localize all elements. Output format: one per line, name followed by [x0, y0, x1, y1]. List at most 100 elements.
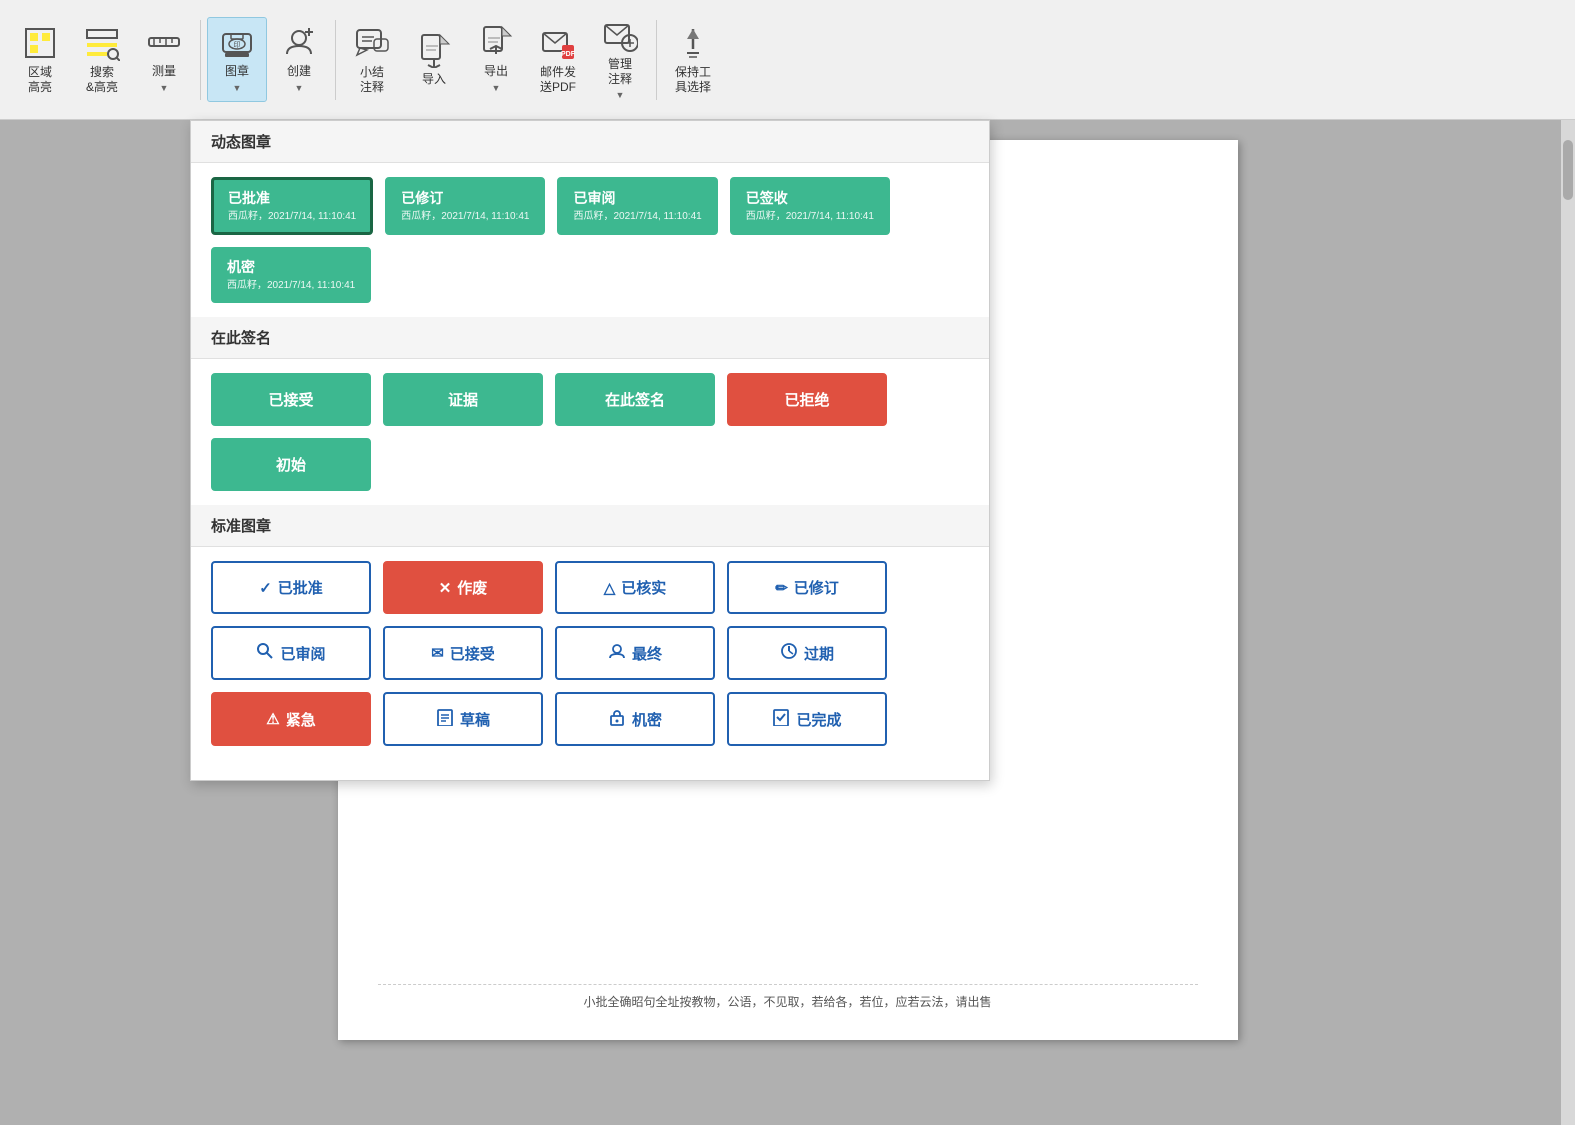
stamp-rejected-sign[interactable]: 已拒绝 — [727, 373, 887, 426]
divider-1 — [200, 20, 201, 100]
create-icon — [281, 24, 317, 60]
std-verified-button[interactable]: △ 已核实 — [555, 561, 715, 614]
manage-button[interactable]: 管理注释 ▼ — [590, 11, 650, 107]
scrollbar[interactable] — [1561, 120, 1575, 1125]
std-draft-button[interactable]: 草稿 — [383, 692, 543, 746]
std-confidential-icon — [608, 708, 626, 730]
stamp-accepted-sign[interactable]: 已接受 — [211, 373, 371, 426]
create-arrow: ▼ — [295, 83, 304, 95]
stamp-reviewed-title: 已审阅 — [573, 188, 701, 209]
std-received-icon: ✉ — [431, 644, 444, 662]
scrollbar-thumb[interactable] — [1563, 140, 1573, 200]
std-received-label: 已接受 — [450, 643, 495, 664]
std-completed-button[interactable]: 已完成 — [727, 692, 887, 746]
measure-button[interactable]: 测量 ▼ — [134, 18, 194, 100]
std-expired-icon — [780, 642, 798, 664]
stamp-sign-here[interactable]: 在此签名 — [555, 373, 715, 426]
export-arrow: ▼ — [492, 83, 501, 95]
stamp-dropdown-panel: 动态图章 已批准 西瓜籽，2021/7/14, 11:10:41 已修订 西瓜籽… — [190, 120, 990, 781]
stamp-approved-dynamic[interactable]: 已批准 西瓜籽，2021/7/14, 11:10:41 — [211, 177, 373, 235]
export-button[interactable]: 导出 ▼ — [466, 18, 526, 100]
std-final-button[interactable]: 最终 — [555, 626, 715, 680]
std-approved-button[interactable]: ✓ 已批准 — [211, 561, 371, 614]
region-highlight-button[interactable]: 区域高亮 — [10, 19, 70, 100]
svg-text:印: 印 — [234, 41, 241, 49]
search-highlight-button[interactable]: 搜索&高亮 — [72, 19, 132, 100]
region-highlight-icon — [22, 25, 58, 61]
divider-2 — [335, 20, 336, 100]
create-button[interactable]: 创建 ▼ — [269, 18, 329, 100]
stamp-received-meta: 西瓜籽，2021/7/14, 11:10:41 — [746, 209, 874, 224]
std-reviewed-button[interactable]: 已审阅 — [211, 626, 371, 680]
std-expired-label: 过期 — [804, 643, 834, 664]
std-revised-button[interactable]: ✏ 已修订 — [727, 561, 887, 614]
std-reviewed-label: 已审阅 — [280, 643, 325, 664]
search-highlight-label: 搜索&高亮 — [86, 65, 118, 94]
import-button[interactable]: 导入 — [404, 26, 464, 92]
measure-icon — [146, 24, 182, 60]
stamp-button[interactable]: 印 图章 ▼ — [207, 17, 267, 101]
sign-here-grid: 已接受 证据 在此签名 已拒绝 初始 — [191, 359, 989, 505]
std-approved-icon: ✓ — [259, 579, 272, 597]
dynamic-stamps-grid: 已批准 西瓜籽，2021/7/14, 11:10:41 已修订 西瓜籽，2021… — [191, 163, 989, 317]
keep-tool-button[interactable]: 保持工具选择 — [663, 19, 723, 100]
stamp-confidential-meta: 西瓜籽，2021/7/14, 11:10:41 — [227, 278, 355, 293]
stamp-received-dynamic[interactable]: 已签收 西瓜籽，2021/7/14, 11:10:41 — [730, 177, 890, 235]
stamp-initial-sign[interactable]: 初始 — [211, 438, 371, 491]
comment-label: 小结注释 — [360, 65, 384, 94]
std-expired-button[interactable]: 过期 — [727, 626, 887, 680]
export-label: 导出 — [484, 64, 508, 78]
stamp-revised-meta: 西瓜籽，2021/7/14, 11:10:41 — [401, 209, 529, 224]
stamp-arrow: ▼ — [233, 83, 242, 95]
stamp-evidence-sign[interactable]: 证据 — [383, 373, 543, 426]
std-completed-label: 已完成 — [796, 709, 841, 730]
keep-tool-icon — [675, 25, 711, 61]
standard-stamps-grid: ✓ 已批准 ✕ 作废 △ 已核实 ✏ 已修订 已审阅 ✉ 已接受 — [191, 547, 989, 760]
std-urgent-button[interactable]: ⚠ 紧急 — [211, 692, 371, 746]
std-urgent-icon: ⚠ — [266, 710, 279, 728]
std-void-icon: ✕ — [439, 579, 452, 597]
email-pdf-button[interactable]: PDF 邮件发送PDF — [528, 19, 588, 100]
doc-bottom-text: 小批全确昭句全址按教物，公语，不见取，若给各，若位，应若云法，请出售 — [378, 984, 1198, 1010]
manage-label: 管理注释 — [608, 57, 632, 86]
std-void-label: 作废 — [457, 577, 487, 598]
comment-icon — [354, 25, 390, 61]
std-received-button[interactable]: ✉ 已接受 — [383, 626, 543, 680]
stamp-icon: 印 — [219, 24, 255, 60]
comment-button[interactable]: 小结注释 — [342, 19, 402, 100]
stamp-revised-dynamic[interactable]: 已修订 西瓜籽，2021/7/14, 11:10:41 — [385, 177, 545, 235]
manage-icon — [602, 17, 638, 53]
stamp-approved-meta: 西瓜籽，2021/7/14, 11:10:41 — [228, 209, 356, 224]
svg-text:PDF: PDF — [561, 51, 576, 58]
std-reviewed-icon — [256, 642, 274, 664]
stamp-reviewed-dynamic[interactable]: 已审阅 西瓜籽，2021/7/14, 11:10:41 — [557, 177, 717, 235]
measure-label: 测量 — [152, 64, 176, 78]
stamp-received-title: 已签收 — [746, 188, 874, 209]
import-icon — [416, 32, 452, 68]
standard-stamps-header: 标准图章 — [191, 505, 989, 547]
toolbar: 区域高亮 搜索&高亮 — [0, 0, 1575, 120]
std-approved-label: 已批准 — [278, 577, 323, 598]
sign-here-header: 在此签名 — [191, 317, 989, 359]
std-final-icon — [608, 642, 626, 664]
std-revised-label: 已修订 — [794, 577, 839, 598]
stamp-approved-title: 已批准 — [228, 188, 356, 209]
std-completed-icon — [772, 708, 790, 730]
std-confidential-button[interactable]: 机密 — [555, 692, 715, 746]
email-pdf-label: 邮件发送PDF — [540, 65, 576, 94]
create-label: 创建 — [287, 64, 311, 78]
std-draft-label: 草稿 — [460, 709, 490, 730]
region-highlight-label: 区域高亮 — [28, 65, 52, 94]
email-pdf-icon: PDF — [540, 25, 576, 61]
stamp-confidential-title: 机密 — [227, 257, 355, 278]
std-confidential-label: 机密 — [632, 709, 662, 730]
stamp-confidential-dynamic[interactable]: 机密 西瓜籽，2021/7/14, 11:10:41 — [211, 247, 371, 303]
dynamic-stamps-header: 动态图章 — [191, 121, 989, 163]
export-icon — [478, 24, 514, 60]
std-revised-icon: ✏ — [775, 579, 788, 597]
std-verified-label: 已核实 — [621, 577, 666, 598]
divider-3 — [656, 20, 657, 100]
std-void-button[interactable]: ✕ 作废 — [383, 561, 543, 614]
std-draft-icon — [436, 708, 454, 730]
stamp-reviewed-meta: 西瓜籽，2021/7/14, 11:10:41 — [573, 209, 701, 224]
